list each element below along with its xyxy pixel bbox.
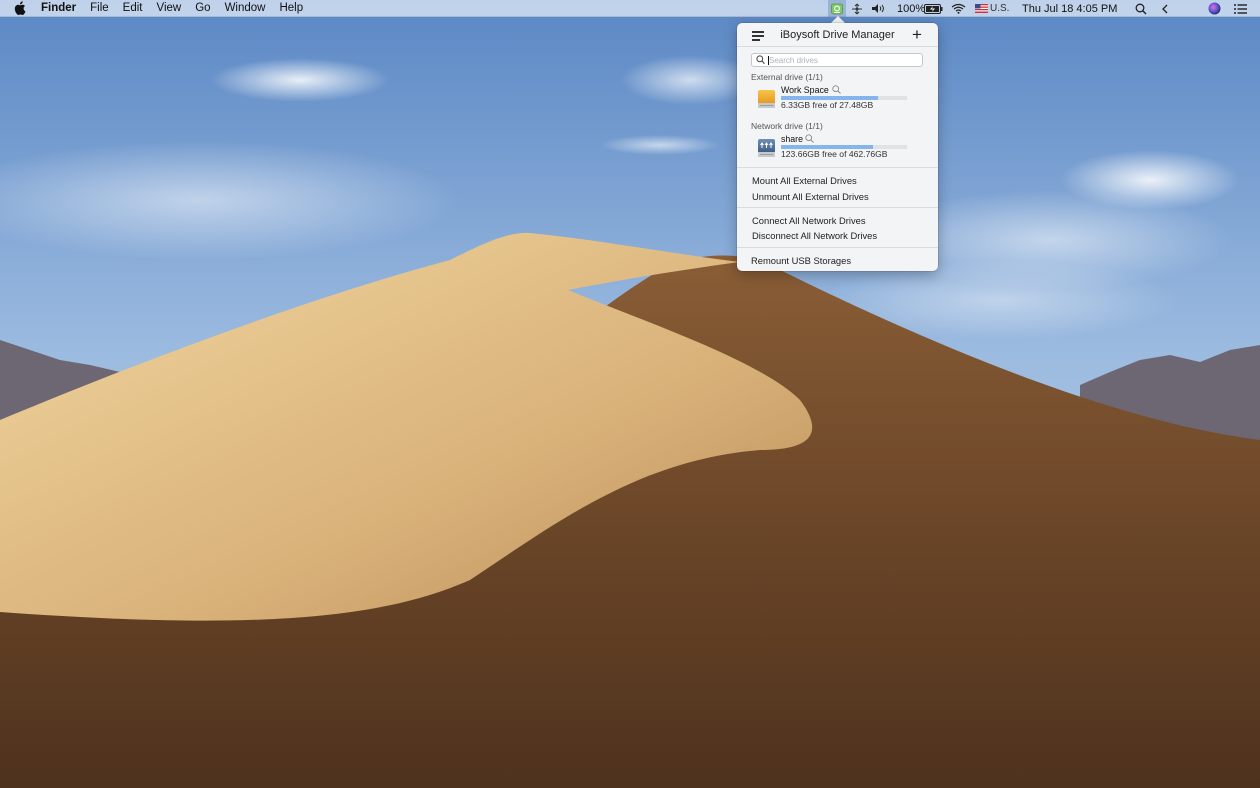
menu-finder[interactable]: Finder: [41, 0, 83, 17]
clock[interactable]: Thu Jul 18 4:05 PM: [1022, 0, 1117, 17]
chevron-left-icon[interactable]: [1159, 0, 1171, 17]
search-icon[interactable]: [1134, 0, 1148, 17]
search-drives-input[interactable]: [769, 54, 919, 66]
popover-title: iBoysoft Drive Manager: [780, 29, 895, 41]
network-drive-section-label: Network drive (1/1): [751, 121, 823, 131]
external-drive-section-label: External drive (1/1): [751, 72, 823, 82]
input-source-label[interactable]: U.S.: [990, 0, 1009, 17]
drive-item-work-space[interactable]: Work Space 6.33GB free of 27.48GB: [757, 85, 927, 115]
drive-name: share: [781, 134, 804, 144]
drive-size-text: 123.66GB free of 462.76GB: [781, 149, 888, 159]
divider: [737, 247, 938, 248]
battery-charging-icon[interactable]: [923, 0, 943, 17]
drive-item-share[interactable]: share 123.66GB free of 462.76GB: [757, 134, 927, 164]
unmount-all-external-drives[interactable]: Unmount All External Drives: [752, 191, 869, 202]
network-drive-icon: [758, 139, 775, 157]
magnifier-icon[interactable]: [805, 134, 814, 143]
apple-logo-icon[interactable]: [14, 1, 28, 15]
divider: [737, 167, 938, 168]
disconnect-all-network-drives[interactable]: Disconnect All Network Drives: [752, 230, 877, 241]
us-flag-icon[interactable]: [974, 0, 988, 17]
magnifier-icon[interactable]: [832, 85, 841, 94]
mount-all-external-drives[interactable]: Mount All External Drives: [752, 175, 857, 186]
plus-icon[interactable]: +: [912, 26, 922, 43]
menu-edit[interactable]: Edit: [116, 0, 150, 17]
battery-percent: 100%: [897, 2, 926, 15]
remount-usb-storages[interactable]: Remount USB Storages: [751, 255, 851, 266]
network-arrows-icon[interactable]: [850, 0, 864, 17]
menu-go[interactable]: Go: [188, 0, 217, 17]
divider: [737, 207, 938, 208]
drive-size-text: 6.33GB free of 27.48GB: [781, 100, 874, 110]
wallpaper-dune-image: [0, 0, 1260, 788]
popover-header: iBoysoft Drive Manager +: [737, 23, 938, 47]
menu-view[interactable]: View: [150, 0, 189, 17]
menu-window[interactable]: Window: [218, 0, 273, 17]
search-icon: [756, 55, 765, 64]
iboysoft-drive-icon[interactable]: [828, 0, 846, 17]
notification-list-icon[interactable]: [1232, 0, 1248, 17]
external-drive-icon: [758, 90, 775, 108]
menu-file[interactable]: File: [83, 0, 116, 17]
drive-manager-popover: iBoysoft Drive Manager + External drive …: [737, 23, 938, 271]
connect-all-network-drives[interactable]: Connect All Network Drives: [752, 215, 866, 226]
drive-name: Work Space: [781, 85, 829, 95]
speaker-volume-icon[interactable]: [870, 0, 886, 17]
desktop-wallpaper: [0, 0, 1260, 788]
menu-help[interactable]: Help: [272, 0, 310, 17]
siri-icon[interactable]: [1206, 0, 1222, 17]
search-drives-field[interactable]: [751, 53, 923, 67]
wifi-icon[interactable]: [950, 0, 966, 17]
menu-bar: Finder File Edit View Go Window Help 100…: [0, 0, 1260, 17]
